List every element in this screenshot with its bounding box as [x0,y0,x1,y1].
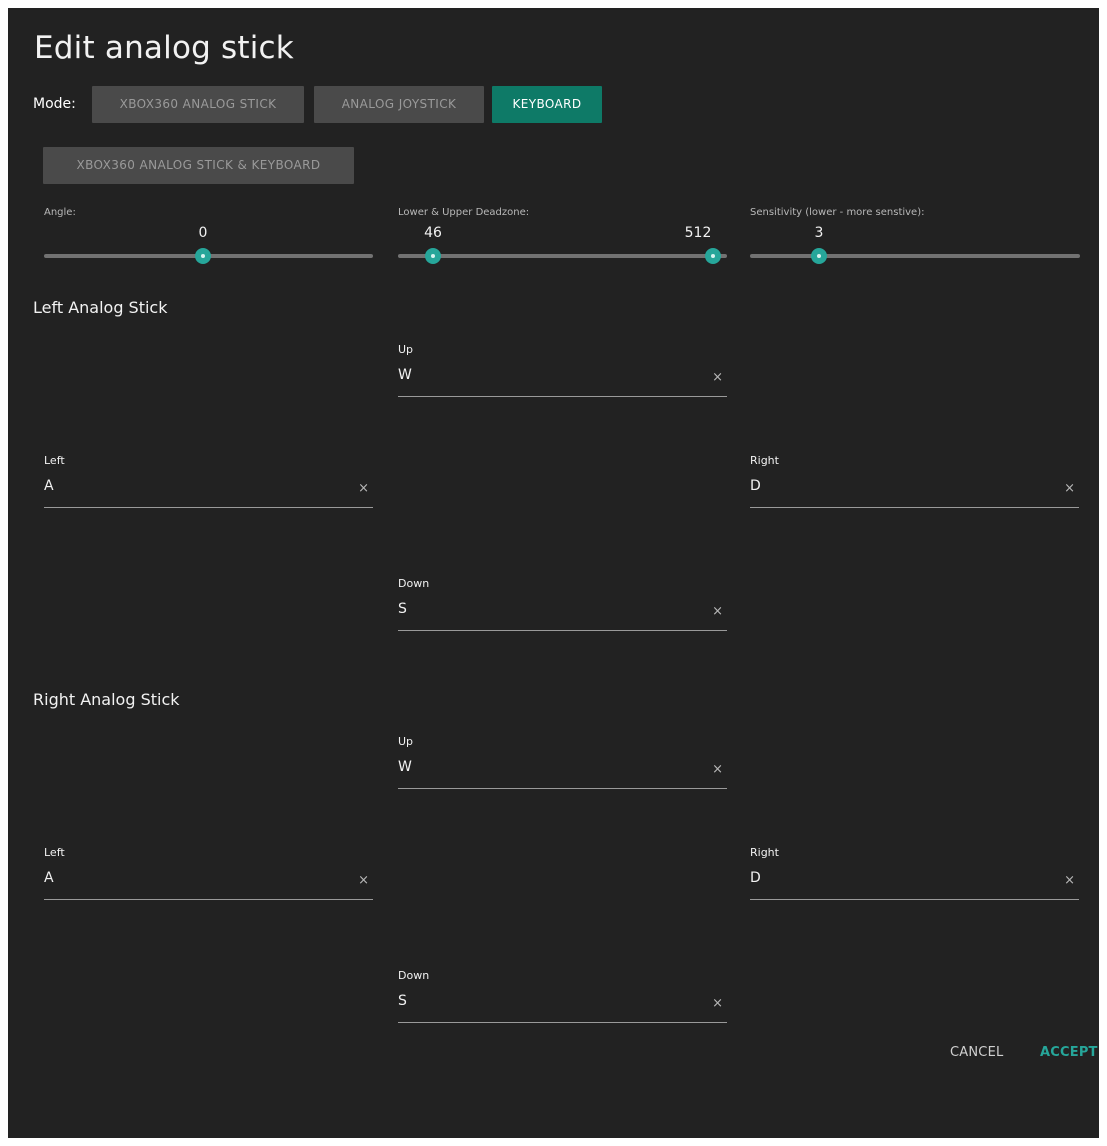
deadzone-lower-thumb[interactable] [425,248,441,264]
field-underline [398,788,727,789]
mode-analog-joystick-button[interactable]: ANALOG JOYSTICK [314,86,484,123]
clear-icon[interactable]: × [712,605,723,619]
clear-icon[interactable]: × [712,371,723,385]
deadzone-lower-value: 46 [424,225,442,241]
field-label: Down [398,577,430,590]
right-stick-left-input[interactable]: A [44,870,344,886]
angle-slider-thumb[interactable] [195,248,211,264]
field-underline [750,507,1079,508]
field-label: Left [44,454,65,467]
sensitivity-slider-thumb[interactable] [811,248,827,264]
sensitivity-slider-label: Sensitivity (lower - more senstive): [750,207,925,218]
left-stick-up-field: Up W × [398,343,727,413]
clear-icon[interactable]: × [358,482,369,496]
left-stick-left-input[interactable]: A [44,478,344,494]
sensitivity-slider-track[interactable] [750,254,1080,258]
edit-analog-stick-dialog: Edit analog stick Mode: XBOX360 ANALOG S… [8,8,1099,1138]
dialog-title: Edit analog stick [34,30,294,66]
left-stick-down-input[interactable]: S [398,601,698,617]
deadzone-upper-value: 512 [684,225,712,241]
left-stick-down-field: Down S × [398,577,727,647]
clear-icon[interactable]: × [712,997,723,1011]
clear-icon[interactable]: × [712,763,723,777]
field-underline [44,507,373,508]
left-analog-stick-title: Left Analog Stick [33,298,168,317]
clear-icon[interactable]: × [1064,482,1075,496]
field-underline [398,630,727,631]
left-stick-left-field: Left A × [44,454,373,524]
right-stick-right-field: Right D × [750,846,1079,916]
right-stick-down-input[interactable]: S [398,993,698,1009]
field-underline [398,396,727,397]
mode-label: Mode: [33,96,76,112]
left-stick-right-input[interactable]: D [750,478,1050,494]
mode-xbox360-analog-stick-and-keyboard-button[interactable]: XBOX360 ANALOG STICK & KEYBOARD [43,147,354,184]
field-label: Up [398,343,414,356]
accept-button[interactable]: ACCEPT [1040,1045,1098,1060]
deadzone-slider-label: Lower & Upper Deadzone: [398,207,530,218]
right-stick-up-input[interactable]: W [398,759,698,775]
field-label: Left [44,846,65,859]
field-underline [398,1022,727,1023]
field-underline [750,899,1079,900]
deadzone-upper-thumb[interactable] [705,248,721,264]
field-underline [44,899,373,900]
left-stick-up-input[interactable]: W [398,367,698,383]
mode-keyboard-button[interactable]: KEYBOARD [492,86,602,123]
field-label: Down [398,969,430,982]
field-label: Right [750,454,779,467]
left-stick-right-field: Right D × [750,454,1079,524]
field-label: Right [750,846,779,859]
angle-value: 0 [198,225,208,241]
right-analog-stick-title: Right Analog Stick [33,690,180,709]
field-label: Up [398,735,414,748]
angle-slider-label: Angle: [44,207,76,218]
sensitivity-value: 3 [814,225,824,241]
right-stick-down-field: Down S × [398,969,727,1039]
right-stick-right-input[interactable]: D [750,870,1050,886]
mode-xbox360-analog-stick-button[interactable]: XBOX360 ANALOG STICK [92,86,304,123]
right-stick-left-field: Left A × [44,846,373,916]
clear-icon[interactable]: × [358,874,369,888]
deadzone-slider-track[interactable] [398,254,727,258]
right-stick-up-field: Up W × [398,735,727,805]
cancel-button[interactable]: CANCEL [950,1045,1003,1060]
clear-icon[interactable]: × [1064,874,1075,888]
